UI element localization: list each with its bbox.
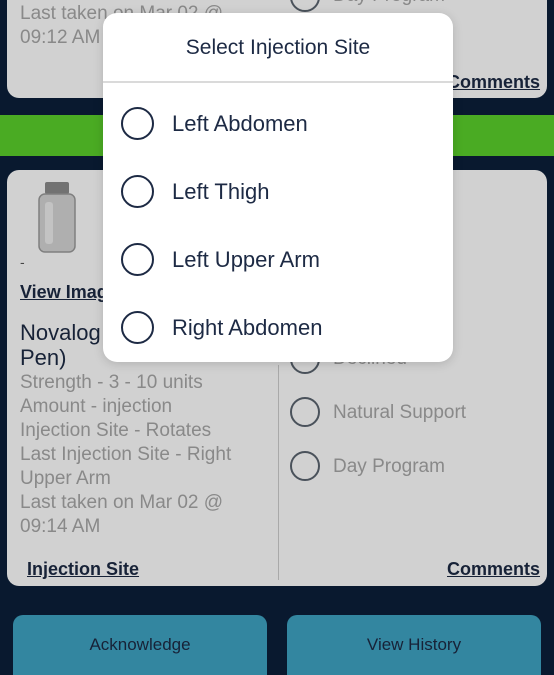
option-label: Left Thigh [172, 179, 270, 204]
modal-title: Select Injection Site [185, 36, 371, 59]
option-left-thigh[interactable]: Left Thigh [103, 161, 453, 221]
injection-site-modal: Select Injection Site Left Abdomen Left … [103, 13, 453, 362]
option-right-abdomen[interactable]: Right Abdomen [103, 297, 453, 357]
radio-circle[interactable] [121, 107, 154, 140]
option-left-abdomen[interactable]: Left Abdomen [103, 93, 453, 153]
option-label: Right Abdomen [172, 315, 323, 340]
option-label: Left Abdomen [172, 111, 308, 136]
option-label: Left Upper Arm [172, 247, 320, 272]
modal-divider [103, 81, 453, 83]
radio-circle[interactable] [121, 175, 154, 208]
radio-circle[interactable] [121, 311, 154, 344]
option-left-upper-arm[interactable]: Left Upper Arm [103, 229, 453, 289]
radio-circle[interactable] [121, 243, 154, 276]
